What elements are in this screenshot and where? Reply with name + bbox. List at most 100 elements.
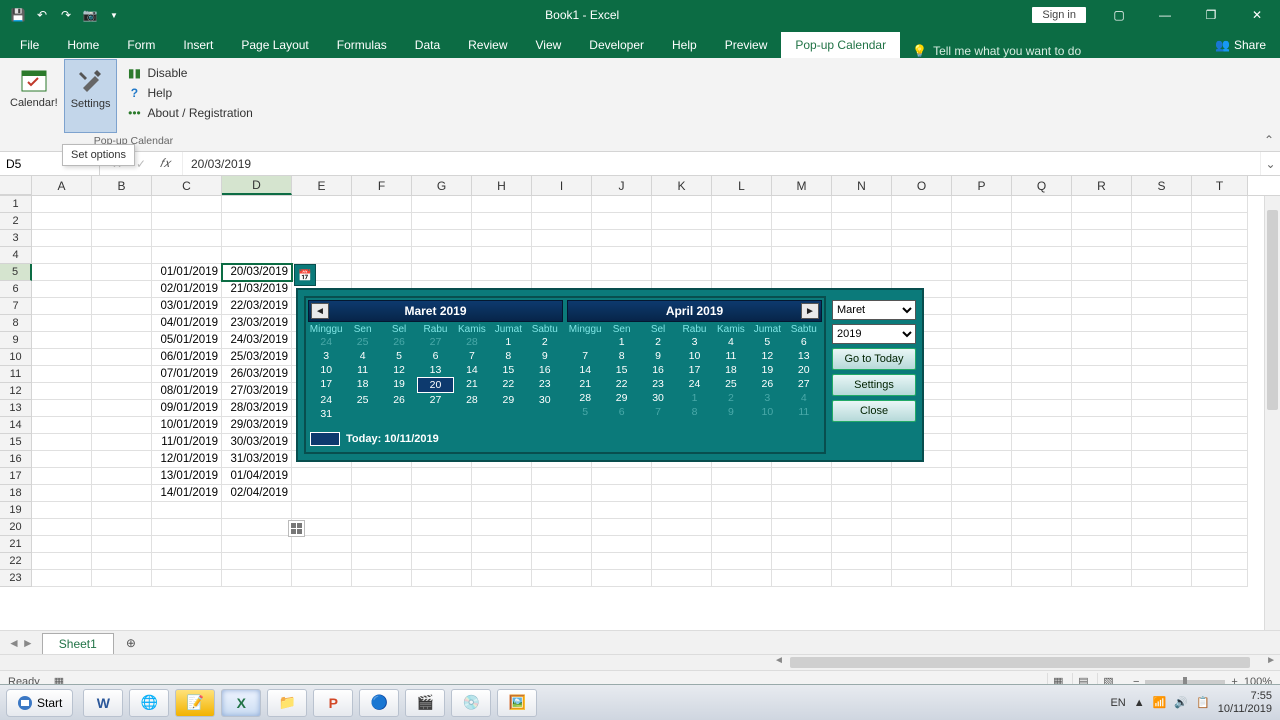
cell[interactable]	[892, 536, 952, 553]
cell[interactable]	[712, 519, 772, 536]
cell[interactable]	[592, 485, 652, 502]
cell[interactable]	[412, 230, 472, 247]
cell[interactable]	[152, 553, 222, 570]
calendar-day[interactable]: 18	[713, 363, 749, 377]
col-header-M[interactable]: M	[772, 176, 832, 195]
cell[interactable]	[532, 230, 592, 247]
ribbon-display-icon[interactable]: ▢	[1096, 0, 1142, 30]
cell[interactable]	[1132, 281, 1192, 298]
cell[interactable]	[652, 536, 712, 553]
cell[interactable]	[1012, 553, 1072, 570]
cell[interactable]	[472, 485, 532, 502]
taskbar-explorer-icon[interactable]: 📁	[267, 689, 307, 717]
cell[interactable]	[92, 247, 152, 264]
cell[interactable]	[472, 264, 532, 281]
calendar-day[interactable]: 7	[454, 349, 490, 363]
cell[interactable]	[92, 451, 152, 468]
calendar-day[interactable]: 12	[749, 349, 785, 363]
cell[interactable]	[412, 519, 472, 536]
cell[interactable]	[1012, 213, 1072, 230]
cell[interactable]	[32, 502, 92, 519]
calendar-day[interactable]: 9	[713, 405, 749, 419]
cell[interactable]: 07/01/2019	[152, 366, 222, 383]
cell[interactable]	[892, 502, 952, 519]
calendar-day[interactable]: 20	[417, 377, 453, 393]
cell[interactable]	[472, 553, 532, 570]
cell[interactable]	[32, 315, 92, 332]
cell[interactable]: 30/03/2019	[222, 434, 292, 451]
col-header-A[interactable]: A	[32, 176, 92, 195]
cell[interactable]	[772, 247, 832, 264]
cell[interactable]	[772, 196, 832, 213]
cell[interactable]	[952, 400, 1012, 417]
cell[interactable]	[772, 536, 832, 553]
calendar-day[interactable]: 21	[454, 377, 490, 393]
horizontal-scrollbar[interactable]: ◄ ►	[0, 654, 1280, 670]
calendar-day[interactable]: 27	[786, 377, 822, 391]
calendar-day[interactable]: 5	[381, 349, 417, 363]
cell[interactable]	[1012, 468, 1072, 485]
cell[interactable]	[1132, 247, 1192, 264]
calendar-day[interactable]: 11	[786, 405, 822, 419]
cell[interactable]	[1192, 213, 1248, 230]
calendar-day[interactable]: 6	[603, 405, 639, 419]
cell[interactable]	[952, 230, 1012, 247]
row-header[interactable]: 7	[0, 298, 32, 315]
row-header[interactable]: 20	[0, 519, 32, 536]
cell[interactable]	[352, 536, 412, 553]
cell[interactable]	[1012, 196, 1072, 213]
col-header-B[interactable]: B	[92, 176, 152, 195]
col-header-F[interactable]: F	[352, 176, 412, 195]
cell[interactable]	[92, 281, 152, 298]
cell[interactable]	[1072, 247, 1132, 264]
cell[interactable]	[1192, 247, 1248, 264]
calendar-day[interactable]: 12	[381, 363, 417, 377]
cell[interactable]	[712, 468, 772, 485]
calendar-day[interactable]: 30	[527, 393, 563, 407]
cell[interactable]	[292, 196, 352, 213]
cell[interactable]	[32, 536, 92, 553]
cell[interactable]	[1072, 570, 1132, 587]
calendar-day[interactable]: 26	[381, 335, 417, 349]
cell[interactable]	[1192, 298, 1248, 315]
calendar-day[interactable]: 18	[344, 377, 380, 393]
close-icon[interactable]: ✕	[1234, 0, 1280, 30]
cell[interactable]	[1132, 366, 1192, 383]
cell[interactable]	[1072, 451, 1132, 468]
tab-form[interactable]: Form	[113, 32, 169, 58]
cell[interactable]	[32, 264, 92, 281]
row-header[interactable]: 3	[0, 230, 32, 247]
next-month-button[interactable]: ►	[801, 303, 819, 319]
cell[interactable]	[832, 196, 892, 213]
cell[interactable]	[412, 570, 472, 587]
tab-insert[interactable]: Insert	[169, 32, 227, 58]
tell-me-search[interactable]: 💡 Tell me what you want to do	[912, 44, 1081, 58]
sheet-nav-first-icon[interactable]: ◄	[8, 636, 20, 650]
cell[interactable]	[152, 519, 222, 536]
year-select[interactable]: 2019	[832, 324, 916, 344]
col-header-G[interactable]: G	[412, 176, 472, 195]
calendar-day[interactable]: 25	[344, 335, 380, 349]
tab-review[interactable]: Review	[454, 32, 521, 58]
cell[interactable]	[412, 536, 472, 553]
cell[interactable]	[592, 536, 652, 553]
cell[interactable]	[32, 247, 92, 264]
cell[interactable]	[772, 264, 832, 281]
cell[interactable]	[952, 349, 1012, 366]
cell[interactable]	[952, 485, 1012, 502]
minimize-icon[interactable]: ―	[1142, 0, 1188, 30]
cell[interactable]	[1012, 434, 1072, 451]
cell[interactable]	[32, 570, 92, 587]
cell[interactable]	[592, 247, 652, 264]
cell[interactable]	[1192, 468, 1248, 485]
cell[interactable]	[472, 247, 532, 264]
row-header[interactable]: 14	[0, 417, 32, 434]
redo-icon[interactable]: ↷	[58, 7, 74, 23]
about-menu-item[interactable]: ••• About / Registration	[125, 105, 254, 121]
calendar-day[interactable]: 5	[749, 335, 785, 349]
cell[interactable]	[652, 553, 712, 570]
cell[interactable]	[92, 315, 152, 332]
cell[interactable]	[1012, 366, 1072, 383]
cell[interactable]	[352, 519, 412, 536]
sheet-tab[interactable]: Sheet1	[42, 633, 114, 654]
